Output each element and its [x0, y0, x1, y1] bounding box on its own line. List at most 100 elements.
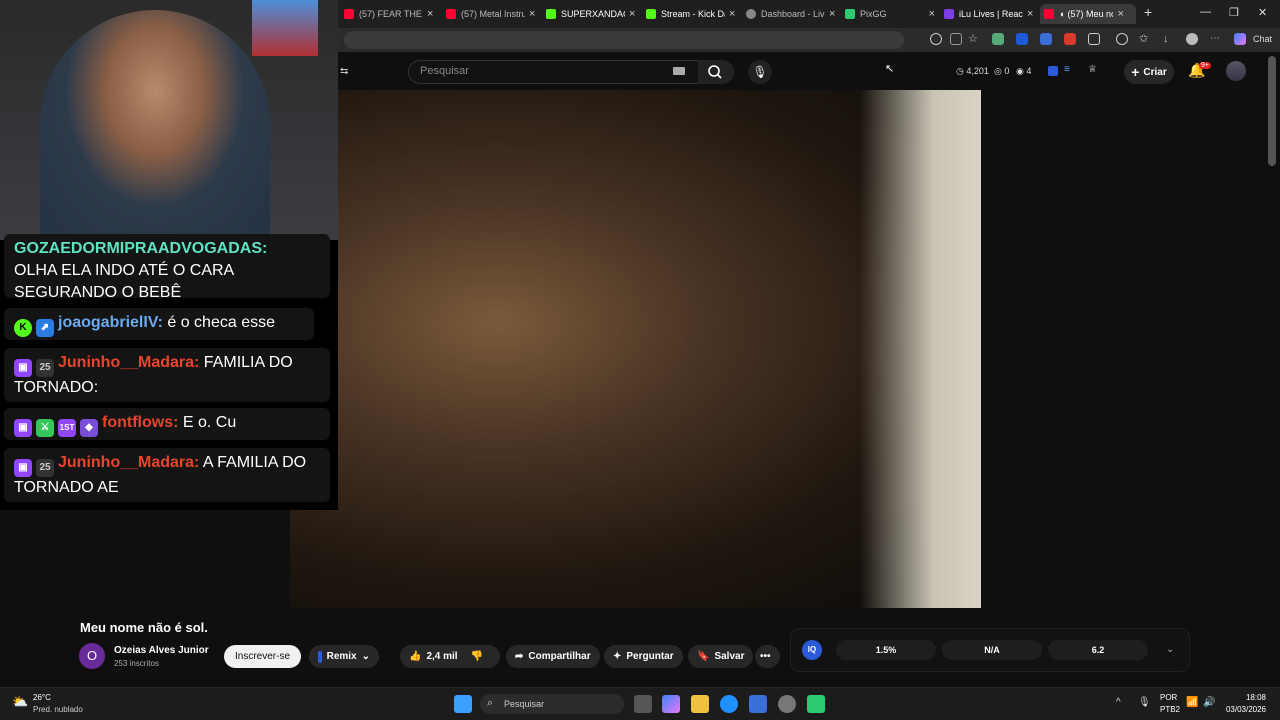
- puzzle-icon[interactable]: [1088, 33, 1100, 45]
- office-icon[interactable]: [1064, 33, 1076, 45]
- ask-button[interactable]: ✦ Perguntar: [604, 645, 683, 668]
- copilot-icon[interactable]: [662, 695, 680, 713]
- trophy-icon[interactable]: ♕: [1088, 64, 1097, 75]
- grid-icon[interactable]: [950, 33, 962, 45]
- close-tab-icon[interactable]: ×: [829, 8, 835, 20]
- close-tab-icon[interactable]: ×: [427, 8, 433, 20]
- browser-tab[interactable]: PixGG ×: [845, 4, 935, 24]
- close-tab-icon[interactable]: ×: [1117, 8, 1123, 20]
- taskbar-search-text: Pesquisar: [504, 699, 545, 709]
- file-explorer-icon[interactable]: [691, 695, 709, 713]
- browser-tab[interactable]: Stream - Kick Da ×: [646, 4, 742, 24]
- share-icon: ➦: [515, 651, 524, 662]
- address-bar[interactable]: [344, 31, 904, 49]
- video-title: Meu nome não é sol.: [80, 620, 208, 635]
- task-view-icon[interactable]: [634, 695, 652, 713]
- globe-icon: [746, 9, 756, 19]
- extension-value: 1.5%: [836, 640, 936, 660]
- app-icon[interactable]: [807, 695, 825, 713]
- menu-icon[interactable]: ⋯: [1210, 33, 1222, 45]
- clock-time[interactable]: 18:08: [1222, 693, 1266, 702]
- browser-tab[interactable]: (57) FEAR THE C×: [344, 4, 440, 24]
- windows-start-icon[interactable]: [454, 695, 472, 713]
- close-tab-icon[interactable]: ×: [729, 8, 735, 20]
- sparkle-icon: ✦: [613, 651, 622, 662]
- minimize-icon[interactable]: —: [1200, 6, 1211, 18]
- copilot-icon[interactable]: [1234, 33, 1246, 45]
- close-tab-icon[interactable]: ×: [929, 8, 935, 20]
- new-tab-button[interactable]: +: [1144, 4, 1152, 20]
- dislike-icon[interactable]: 👎: [471, 651, 483, 662]
- menu-icon[interactable]: ⇆: [340, 66, 348, 77]
- list-icon[interactable]: ≡: [1064, 64, 1070, 75]
- close-tab-icon[interactable]: ×: [529, 8, 535, 20]
- chat-button[interactable]: Chat: [1253, 34, 1272, 44]
- chat-message: ▣ 25 Juninho__Madara: A FAMILIA DO TORNADO…: [4, 448, 330, 502]
- photos-icon[interactable]: [749, 695, 767, 713]
- download-icon[interactable]: ↓: [1163, 33, 1175, 45]
- chat-message: ▣ 25 Juninho__Madara: FAMILIA DO TORNADO:: [4, 348, 330, 402]
- like-count[interactable]: 2,4 mil: [426, 651, 457, 662]
- eye-icon: ◉: [1016, 66, 1027, 76]
- keyboard-icon[interactable]: [673, 67, 685, 75]
- chevron-down-icon: ⌄: [361, 651, 370, 662]
- refresh-icon[interactable]: [1116, 33, 1128, 45]
- translate-ext-icon[interactable]: [1040, 33, 1052, 45]
- language-indicator[interactable]: POR: [1160, 693, 1177, 702]
- channel-avatar[interactable]: O: [79, 643, 105, 669]
- twitch-icon: ▣: [14, 419, 32, 437]
- volume-icon[interactable]: 🔊: [1203, 697, 1215, 708]
- browser-tab-active[interactable]: ◖ (57) Meu no ×: [1040, 4, 1136, 24]
- bookmark-icon: 🔖: [697, 651, 710, 662]
- mic-button[interactable]: 🎙: [748, 60, 772, 84]
- share-button[interactable]: ➦ Compartilhar: [506, 645, 600, 668]
- extension-icon[interactable]: [992, 33, 1004, 45]
- create-button[interactable]: + Criar: [1124, 60, 1174, 84]
- search-button[interactable]: [698, 60, 734, 84]
- favorites-icon[interactable]: ✩: [1139, 33, 1151, 45]
- like-icon[interactable]: 👍: [409, 651, 421, 662]
- maximize-icon[interactable]: ❐: [1229, 6, 1239, 19]
- notification-badge: 9+: [1199, 62, 1211, 69]
- weather-desc[interactable]: Pred. nublado: [33, 705, 83, 714]
- streamer-camera: [40, 10, 270, 240]
- browser-tab[interactable]: (57) Metal Instru ×: [446, 4, 542, 24]
- mic-icon: 🎙: [752, 65, 768, 79]
- browser-tab[interactable]: Dashboard - Liv ×: [746, 4, 842, 24]
- more-button[interactable]: •••: [755, 645, 780, 668]
- close-tab-icon[interactable]: ×: [629, 8, 635, 20]
- shield-icon[interactable]: [1016, 33, 1028, 45]
- translate-icon[interactable]: [930, 33, 942, 45]
- scrollbar[interactable]: [1268, 56, 1276, 166]
- weather-temp[interactable]: 26°C: [33, 693, 51, 702]
- edge-icon[interactable]: [720, 695, 738, 713]
- channel-name[interactable]: Ozeias Alves Junior: [114, 645, 209, 656]
- year-badge-icon: 25: [36, 459, 54, 477]
- twitch-icon: ▣: [14, 459, 32, 477]
- iq-logo[interactable]: IQ: [802, 640, 822, 660]
- close-window-icon[interactable]: ✕: [1258, 6, 1267, 19]
- twitch-icon: ▣: [14, 359, 32, 377]
- chevron-down-icon[interactable]: ⌄: [1166, 644, 1174, 655]
- browser-tab[interactable]: iLu Lives | React ×: [944, 4, 1038, 24]
- save-button[interactable]: 🔖 Salvar: [688, 645, 754, 668]
- kick-icon: K: [14, 319, 32, 337]
- browser-tab[interactable]: SUPERXANDAO S×: [546, 4, 642, 24]
- keyboard-layout[interactable]: PTB2: [1160, 705, 1180, 714]
- remix-button[interactable]: Remix ⌄: [309, 645, 379, 668]
- badge-icon: ⬈: [36, 319, 54, 337]
- pixgg-icon: [845, 9, 855, 19]
- iq-icon[interactable]: [1048, 66, 1058, 76]
- obs-icon[interactable]: [778, 695, 796, 713]
- star-icon[interactable]: ☆: [968, 33, 980, 45]
- subscribe-button[interactable]: Inscrever-se: [224, 645, 301, 668]
- wifi-icon[interactable]: 📶: [1186, 697, 1198, 708]
- clock-date[interactable]: 03/03/2026: [1222, 705, 1266, 714]
- close-tab-icon[interactable]: ×: [1027, 8, 1033, 20]
- sword-badge-icon: ⚔: [36, 419, 54, 437]
- avatar[interactable]: [1226, 61, 1246, 81]
- taskbar-search[interactable]: [480, 694, 624, 714]
- mic-icon[interactable]: 🎙: [1138, 697, 1151, 708]
- chevron-up-icon[interactable]: ^: [1116, 697, 1121, 708]
- profile-icon[interactable]: [1186, 33, 1198, 45]
